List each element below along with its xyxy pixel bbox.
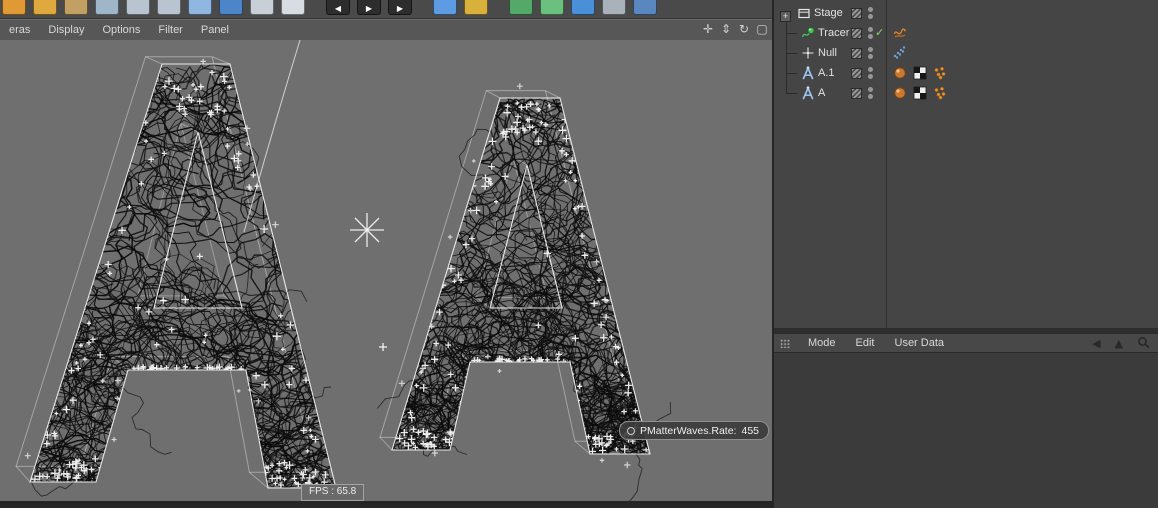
- scribble-tag[interactable]: [892, 25, 908, 41]
- hud-label: PMatterWaves.Rate:: [640, 424, 737, 437]
- object-name: A: [818, 87, 826, 99]
- particle-tag[interactable]: [932, 65, 948, 81]
- hud-circle-icon: [627, 426, 635, 435]
- window-bottom-edge: [0, 501, 772, 508]
- redo-icon[interactable]: [33, 0, 57, 15]
- object-name: Stage: [814, 7, 843, 19]
- object-name: A.1: [818, 67, 835, 79]
- tree-expander-icon[interactable]: +: [780, 11, 791, 22]
- undo-icon[interactable]: [2, 0, 26, 15]
- viewport-menubar: eras Display Options Filter Panel: [0, 19, 772, 41]
- rotate-icon[interactable]: [188, 0, 212, 15]
- menu-filter[interactable]: Filter: [149, 20, 191, 40]
- object-row-a[interactable]: A: [774, 83, 1158, 103]
- object-name: Tracer: [818, 27, 850, 39]
- environment-icon[interactable]: [633, 0, 657, 15]
- maximize-view-icon[interactable]: ▢: [754, 22, 770, 36]
- text-object-icon[interactable]: [800, 65, 816, 81]
- save-icon[interactable]: [64, 0, 88, 15]
- attribute-manager: Mode Edit User Data ◀ ▲: [774, 334, 1158, 508]
- object-name: Null: [818, 47, 837, 59]
- workplane-icon[interactable]: [281, 0, 305, 15]
- attribute-manager-body: [774, 353, 1158, 508]
- rotate-view-icon[interactable]: ↻: [736, 22, 752, 36]
- visibility-dots[interactable]: [868, 87, 873, 99]
- deformer-icon[interactable]: [602, 0, 626, 15]
- layer-swatch-icon[interactable]: [851, 28, 862, 39]
- visibility-dots[interactable]: [868, 47, 873, 59]
- texture-tag[interactable]: [912, 65, 928, 81]
- right-panel: + Stage Tracer ✓ Null A.1 A Mode Edit User Data ◀…: [772, 0, 1158, 508]
- cinema4d-window: ◀ ▶ ▶ eras Display Options Filter Panel ✛ ⇕ ↻ ▢ F…: [0, 0, 1158, 508]
- object-row-a-1[interactable]: A.1: [774, 63, 1158, 83]
- am-menu-user-data[interactable]: User Data: [885, 334, 955, 352]
- menu-eras[interactable]: eras: [0, 20, 39, 40]
- triangle-icon[interactable]: ▲: [1115, 337, 1123, 350]
- generator-icon[interactable]: [571, 0, 595, 15]
- primitive-icon[interactable]: [509, 0, 533, 15]
- viewport-nav-controls: ✛ ⇕ ↻ ▢: [700, 19, 770, 39]
- object-row-tracer[interactable]: Tracer ✓: [774, 23, 1158, 43]
- object-row-stage[interactable]: + Stage: [774, 3, 1158, 23]
- menu-options[interactable]: Options: [93, 20, 149, 40]
- text-object-icon[interactable]: [800, 85, 816, 101]
- coord-system-icon[interactable]: [219, 0, 243, 15]
- object-row-null[interactable]: Null: [774, 43, 1158, 63]
- visibility-dots[interactable]: [868, 67, 873, 79]
- phong-tag[interactable]: [892, 85, 908, 101]
- layer-swatch-icon[interactable]: [851, 88, 862, 99]
- layer-swatch-icon[interactable]: [851, 68, 862, 79]
- null-icon[interactable]: [800, 45, 816, 61]
- scale-icon[interactable]: [157, 0, 181, 15]
- dots-tag[interactable]: [892, 45, 908, 61]
- render-icon[interactable]: [433, 0, 457, 15]
- play-icon[interactable]: ▶: [357, 0, 381, 15]
- spline-icon[interactable]: [540, 0, 564, 15]
- move-icon[interactable]: [126, 0, 150, 15]
- layer-swatch-icon[interactable]: [851, 48, 862, 59]
- enable-check-icon[interactable]: ✓: [875, 26, 884, 39]
- tracer-icon[interactable]: [800, 25, 816, 41]
- am-header-icons: ◀ ▲: [1092, 334, 1150, 353]
- object-manager: + Stage Tracer ✓ Null A.1 A: [774, 0, 1158, 328]
- layer-swatch-icon[interactable]: [851, 8, 862, 19]
- visibility-dots[interactable]: [868, 7, 873, 19]
- menu-display[interactable]: Display: [39, 20, 93, 40]
- axis-lock-icon[interactable]: [250, 0, 274, 15]
- hud-value: 455: [741, 424, 760, 437]
- play-backwards-icon[interactable]: ◀: [326, 0, 350, 15]
- history-back-icon[interactable]: ◀: [1092, 337, 1100, 350]
- zoom-view-icon[interactable]: ⇕: [718, 22, 734, 36]
- texture-tag[interactable]: [912, 85, 928, 101]
- selection-icon[interactable]: [95, 0, 119, 15]
- play-forward-icon[interactable]: ▶: [388, 0, 412, 15]
- am-menu-mode[interactable]: Mode: [798, 334, 846, 352]
- stage-icon[interactable]: [796, 5, 812, 21]
- pan-view-icon[interactable]: ✛: [700, 22, 716, 36]
- particle-tag[interactable]: [932, 85, 948, 101]
- attribute-manager-header: Mode Edit User Data ◀ ▲: [774, 334, 1158, 353]
- hud-parameter[interactable]: PMatterWaves.Rate: 455: [619, 421, 770, 440]
- fps-label: FPS : 65.8: [301, 484, 365, 501]
- panel-grip-icon[interactable]: [780, 338, 790, 348]
- phong-tag[interactable]: [892, 65, 908, 81]
- search-icon[interactable]: [1137, 336, 1150, 352]
- am-menu-edit[interactable]: Edit: [846, 334, 885, 352]
- menu-panel[interactable]: Panel: [192, 20, 238, 40]
- render-settings-icon[interactable]: [464, 0, 488, 15]
- visibility-dots[interactable]: [868, 27, 873, 39]
- main-toolbar: ◀ ▶ ▶: [0, 0, 774, 19]
